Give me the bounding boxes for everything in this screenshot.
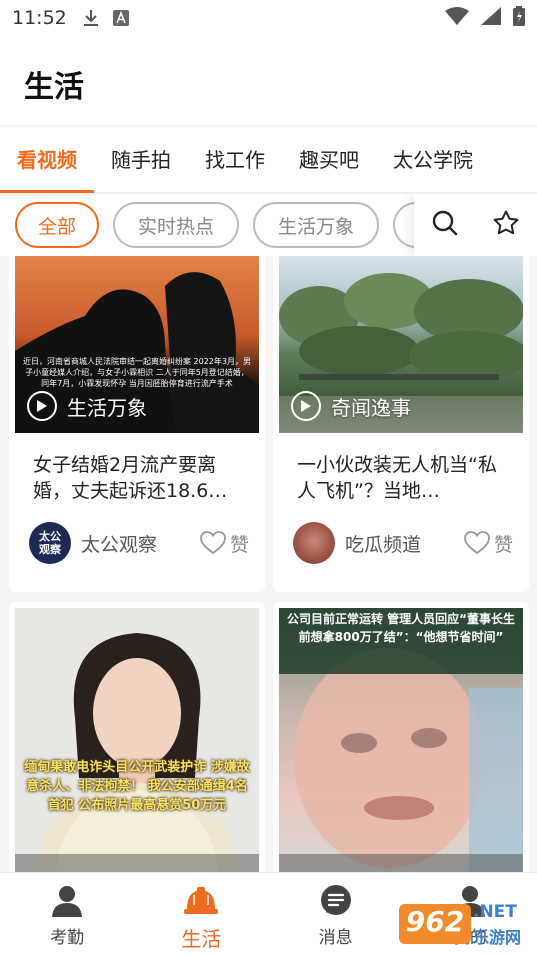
thumbnail-caption: 近日，河南省商城人民法院审结一起离婚纠纷案 2022年3月，男子小童经媒人介绍，… — [23, 357, 251, 388]
author-name[interactable]: 吃瓜频道 — [345, 530, 421, 557]
status-bar: 11:52 — [0, 0, 537, 36]
video-feed: 近日，河南省商城人民法院审结一起离婚纠纷案 2022年3月，男子小童经媒人介绍，… — [0, 256, 537, 872]
video-thumbnail[interactable]: 缅甸果敢电诈头目公开武装护诈 涉嫌故意杀人、非法拘禁！ 我公安部通缉4名首犯 公… — [15, 608, 259, 872]
top-tabs: 看视频 随手拍 找工作 趣买吧 太公学院 — [0, 127, 537, 193]
like-button[interactable]: 赞 — [464, 530, 513, 557]
avatar[interactable] — [293, 522, 335, 564]
notification-a-icon — [112, 9, 129, 27]
nav-life[interactable]: 生活 — [134, 873, 268, 956]
message-icon — [320, 885, 351, 915]
wifi-icon — [445, 7, 469, 29]
person-icon — [52, 886, 83, 917]
play-icon — [27, 391, 57, 421]
avatar[interactable]: 太公观察 — [29, 522, 71, 564]
chip-tools — [414, 194, 537, 256]
status-time: 11:52 — [12, 7, 67, 29]
tab-find-job[interactable]: 找工作 — [188, 127, 282, 193]
video-thumbnail[interactable]: 近日，河南省商城人民法院审结一起离婚纠纷案 2022年3月，男子小童经媒人介绍，… — [15, 256, 259, 433]
video-card[interactable]: 奇闻逸事 一小伙改装无人机当“私人飞机”？当地… 吃瓜频道 赞 — [273, 256, 529, 592]
video-thumbnail[interactable]: 奇闻逸事 — [279, 256, 523, 433]
search-icon[interactable] — [431, 209, 459, 241]
video-card[interactable]: 缅甸果敢电诈头目公开武装护诈 涉嫌故意杀人、非法拘禁！ 我公安部通缉4名首犯 公… — [9, 602, 265, 872]
battery-icon — [513, 6, 525, 30]
card-meta: 太公观察 太公观察 赞 — [29, 520, 249, 566]
tab-snapshot[interactable]: 随手拍 — [94, 127, 188, 193]
hardhat-icon — [184, 887, 219, 914]
presenter-image — [35, 633, 239, 872]
video-tag: 奇闻逸事 — [291, 391, 411, 421]
heart-icon — [464, 531, 490, 555]
like-button[interactable]: 赞 — [200, 530, 249, 557]
signal-icon — [481, 7, 501, 29]
download-icon — [83, 9, 99, 27]
tab-taigong-academy[interactable]: 太公学院 — [376, 127, 490, 193]
site-watermark: 962 .NET 乐游网 — [399, 902, 529, 948]
title-bar: 生活 — [0, 36, 537, 126]
video-thumbnail[interactable]: 公司目前正常运转 管理人员回应“董事长生前想拿800万了结”：“他想节省时间” — [279, 608, 523, 872]
video-title[interactable]: 一小伙改装无人机当“私人飞机”？当地… — [297, 452, 509, 504]
thumbnail-caption: 缅甸果敢电诈头目公开武装护诈 涉嫌故意杀人、非法拘禁！ 我公安部通缉4名首犯 公… — [24, 760, 250, 813]
video-tag: 生活万象 — [27, 391, 147, 421]
chip-hot[interactable]: 实时热点 — [113, 202, 239, 248]
author-name[interactable]: 太公观察 — [81, 530, 157, 557]
tab-watch-video[interactable]: 看视频 — [0, 127, 94, 193]
play-icon — [291, 391, 321, 421]
video-card[interactable]: 公司目前正常运转 管理人员回应“董事长生前想拿800万了结”：“他想节省时间” — [273, 602, 529, 872]
video-title[interactable]: 女子结婚2月流产要离婚，丈夫起诉还18.6… — [33, 452, 245, 504]
filter-chips: 全部 实时热点 生活万象 — [0, 194, 537, 256]
video-card[interactable]: 近日，河南省商城人民法院审结一起离婚纠纷案 2022年3月，男子小童经媒人介绍，… — [9, 256, 265, 592]
tab-fun-buy[interactable]: 趣买吧 — [282, 127, 376, 193]
card-meta: 吃瓜频道 赞 — [293, 520, 513, 566]
page-title: 生活 — [24, 70, 84, 105]
chip-life[interactable]: 生活万象 — [253, 202, 379, 248]
chip-all[interactable]: 全部 — [15, 202, 99, 248]
thumbnail-caption: 公司目前正常运转 管理人员回应“董事长生前想拿800万了结”：“他想节省时间” — [286, 612, 516, 644]
nav-messages[interactable]: 消息 — [269, 873, 403, 956]
heart-icon — [200, 531, 226, 555]
star-icon[interactable] — [492, 209, 520, 241]
nav-attendance[interactable]: 考勤 — [0, 873, 134, 956]
